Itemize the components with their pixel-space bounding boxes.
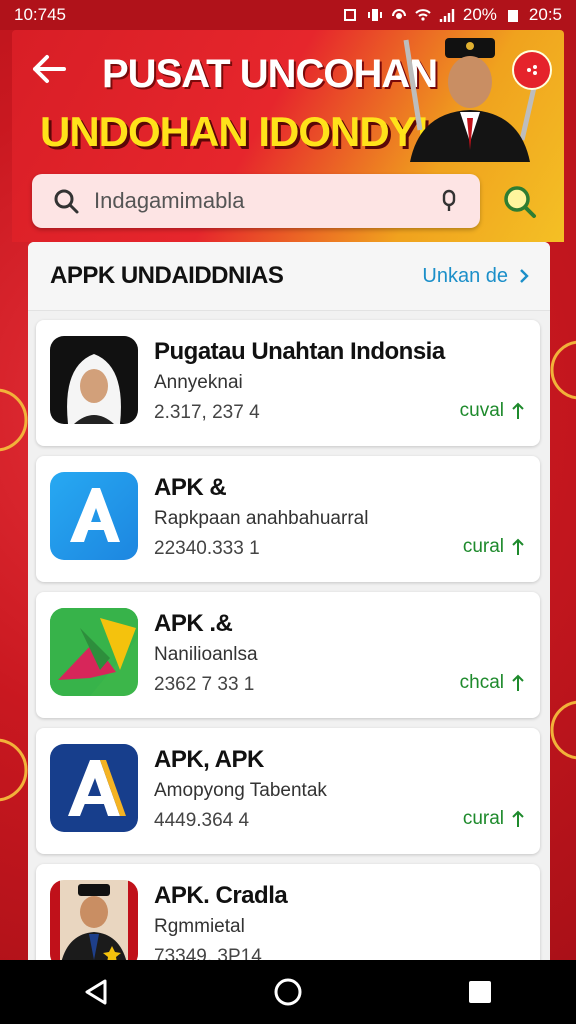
status-clock-right: 20:5 [528,5,562,24]
system-nav-bar [0,960,576,1024]
green-map-icon [50,608,138,696]
section-title: APPK UNDAIDDNIAS [50,262,284,289]
banner-title-line2: UNDOHAN IDONDY! [40,108,430,155]
app-list-panel: APPK UNDAIDDNIAS Unkan de Pugatau Unahta… [28,242,550,962]
app-card[interactable]: Pugatau Unahtan Indonsia Annyeknai 2.317… [36,320,540,446]
search-green-icon [504,186,536,218]
batik-decoration-right [550,340,576,760]
voice-search-icon[interactable] [436,188,462,214]
install-label: cural [462,536,504,557]
see-all-label: Unkan de [422,264,508,287]
arrow-up-icon [512,402,524,419]
see-all-link[interactable]: Unkan de [422,265,530,288]
app-name: APK & [154,474,227,501]
install-button[interactable]: chcal [460,672,524,694]
app-name: APK, APK [154,746,264,773]
search-value: Indagamimabla [94,188,245,213]
arrow-up-icon [512,674,524,691]
status-bar: 10:745 20% 20:5 [0,0,576,30]
header-banner: PUSAT UNCOHAN UNDOHAN IDONDY! Indagamima… [12,30,564,242]
install-label: chcal [459,672,504,693]
install-label: cural [462,808,504,829]
letter-a-blue-icon [50,472,138,560]
install-button[interactable]: cural [463,808,524,830]
banner-title-line1: PUSAT UNCOHAN [102,52,438,96]
official-portrait-icon [50,880,138,962]
letter-a-navy-icon [50,744,138,832]
app-download-count: 2.317, 237 4 [154,402,260,423]
install-label: cuval [459,400,504,421]
nav-recents-button[interactable] [460,972,500,1012]
app-card[interactable]: APK & Rapkpaan anahbahuarral 22340.333 1… [36,456,540,582]
search-submit-button[interactable] [496,178,544,226]
app-card[interactable]: APK. Cradla Rgmmietal 73349, 3P14 [36,864,540,962]
app-name: APK .& [154,610,233,637]
wifi-icon [415,9,431,21]
search-input[interactable]: Indagamimabla [32,174,480,228]
battery-icon [507,10,518,22]
chevron-right-icon [520,269,529,283]
arrow-up-icon [512,538,524,555]
circle-home-icon [274,978,302,1006]
batik-decoration-left [0,388,28,802]
app-name: Pugatau Unahtan Indonsia [154,338,445,365]
app-download-count: 4449.364 4 [154,810,250,831]
status-time: 10:745 [14,5,66,24]
menu-button[interactable] [512,50,552,90]
app-subtitle: Annyeknai [154,372,243,393]
app-download-count: 22340.333 1 [154,538,260,559]
install-button[interactable]: cuval [460,400,524,422]
square-recents-icon [469,981,491,1003]
vibrate-icon [367,9,382,21]
app-subtitle: Nanilioanlsa [154,644,258,665]
arrow-left-icon [33,55,66,83]
nav-back-button[interactable] [76,972,116,1012]
app-subtitle: Amopyong Tabentak [154,780,327,801]
nav-home-button[interactable] [268,972,308,1012]
app-download-count: 2362 7 33 1 [154,674,255,695]
section-header: APPK UNDAIDDNIAS Unkan de [28,242,550,311]
install-button[interactable]: cural [463,536,524,558]
more-icon [527,65,537,75]
app-subtitle: Rapkpaan anahbahuarral [154,508,369,529]
back-button[interactable] [30,50,68,88]
search-icon [54,189,79,214]
app-name: APK. Cradla [154,882,288,909]
status-icons: 20% 20:5 [343,5,562,25]
app-subtitle: Rgmmietal [154,916,245,937]
arrow-up-icon [512,810,524,827]
person-hijab-icon [50,336,138,424]
app-card[interactable]: APK .& Nanilioanlsa 2362 7 33 1 chcal [36,592,540,718]
battery-percent: 20% [462,5,497,24]
app-card[interactable]: APK, APK Amopyong Tabentak 4449.364 4 cu… [36,728,540,854]
hotspot-icon [391,9,406,19]
signal-icon [439,9,455,22]
triangle-back-icon [85,979,107,1005]
notification-icon [343,9,356,21]
